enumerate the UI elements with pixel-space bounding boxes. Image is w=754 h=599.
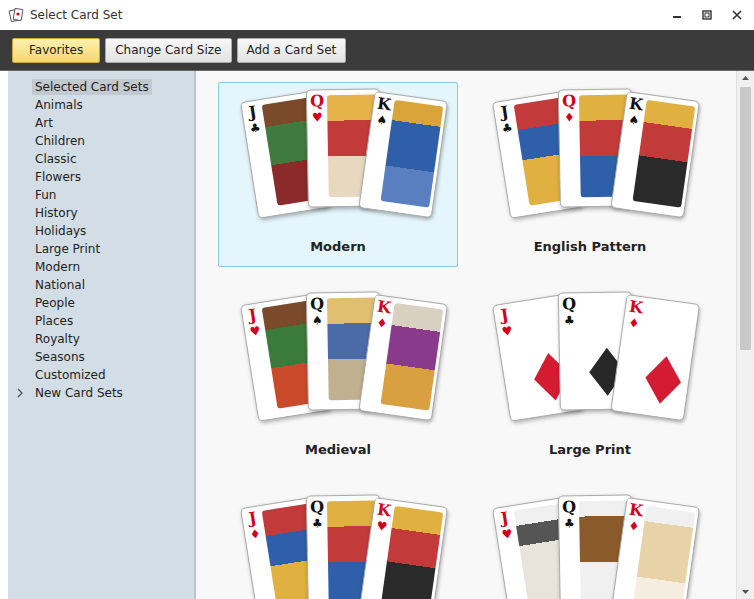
card-set-gallery: J ♣ Q ♥ K ♠ ModernJ ♣ Q ♦ K ♠ English Pa…	[196, 71, 736, 599]
card-rank: J	[248, 104, 258, 121]
sidebar-item[interactable]: Places	[8, 312, 194, 330]
card-suit: ♦	[376, 317, 388, 330]
card-suit: ♦	[564, 111, 575, 123]
card-rank: K	[628, 299, 644, 317]
sidebar-item[interactable]: Fun	[8, 186, 194, 204]
card-set-name: Medieval	[305, 442, 371, 457]
card-set-name: Large Print	[549, 442, 631, 457]
card-rank: K	[628, 96, 644, 114]
card-suit: ♣	[501, 121, 514, 135]
card-suit: ♦	[249, 527, 262, 541]
card-set-name: English Pattern	[534, 239, 647, 254]
face-card-figure	[381, 100, 444, 208]
sidebar-item[interactable]: Royalty	[8, 330, 194, 348]
card-rank: K	[628, 502, 644, 520]
card-rank: J	[500, 104, 510, 121]
card-suit: ♠	[628, 114, 640, 127]
card-suit: ♣	[564, 314, 575, 326]
card-rank: K	[376, 502, 392, 520]
card-set-tile[interactable]: J ♥ Q ♣ K ♦	[470, 488, 710, 599]
scroll-down-icon[interactable]	[737, 585, 754, 599]
card-fan: J ♥ Q ♣ K ♦	[496, 501, 684, 599]
close-icon[interactable]	[730, 8, 744, 22]
card-rank: K	[376, 299, 392, 317]
title-bar: Select Card Set	[0, 0, 754, 30]
toolbar-button[interactable]: Favorites	[12, 38, 100, 63]
expand-arrow-icon[interactable]	[16, 388, 24, 398]
sidebar-item[interactable]: Modern	[8, 258, 194, 276]
sidebar-item[interactable]: Seasons	[8, 348, 194, 366]
face-card-figure	[381, 506, 444, 599]
face-card-figure	[633, 100, 696, 208]
sidebar-item[interactable]: Animals	[8, 96, 194, 114]
sidebar-item[interactable]: People	[8, 294, 194, 312]
card-fan: J ♥ Q ♠ K ♦	[244, 298, 432, 438]
vertical-scrollbar[interactable]	[736, 71, 754, 599]
sidebar-item[interactable]: Flowers	[8, 168, 194, 186]
card-suit: ♥	[312, 111, 323, 123]
toolbar-button[interactable]: Change Card Size	[105, 38, 231, 63]
card-set-tile[interactable]: J ♣ Q ♥ K ♠ Modern	[218, 82, 458, 267]
sidebar-item[interactable]: Holidays	[8, 222, 194, 240]
card-suit: ♣	[249, 121, 262, 135]
card-suit: ♦	[628, 317, 640, 330]
card-fan: J ♦ Q ♣ K ♥	[244, 501, 432, 599]
card-suit: ♥	[501, 324, 514, 338]
card-suit: ♥	[376, 520, 388, 533]
card-set-tile[interactable]: J ♥ Q ♠ K ♦ Medieval	[218, 285, 458, 470]
toolbar-button[interactable]: Add a Card Set	[237, 38, 347, 63]
card-rank: J	[500, 510, 510, 527]
scrollbar-thumb[interactable]	[740, 87, 751, 350]
minimize-icon[interactable]	[670, 8, 684, 22]
category-sidebar: Selected Card Sets Animals Art Children …	[8, 71, 196, 599]
card-fan: J ♥ Q ♣ K ♦	[496, 298, 684, 438]
card-rank: K	[376, 96, 392, 114]
playing-card: K ♠	[358, 91, 448, 218]
card-suit: ♠	[376, 114, 388, 127]
card-rank: Q	[562, 296, 576, 312]
sidebar-item[interactable]: Selected Card Sets	[8, 78, 194, 96]
sidebar-item[interactable]: History	[8, 204, 194, 222]
face-card-figure	[381, 303, 444, 411]
playing-card: K ♦	[610, 497, 700, 599]
card-rank: J	[248, 510, 258, 527]
card-fan: J ♣ Q ♥ K ♠	[244, 95, 432, 235]
restore-icon[interactable]	[700, 8, 714, 22]
card-rank: Q	[310, 93, 324, 109]
card-set-tile[interactable]: J ♥ Q ♣ K ♦ Large Print	[470, 285, 710, 470]
scroll-up-icon[interactable]	[737, 71, 754, 85]
card-suit: ♠	[312, 314, 323, 326]
sidebar-item[interactable]: Customized	[8, 366, 194, 384]
sidebar-item[interactable]: Art	[8, 114, 194, 132]
select-card-set-window: Select Card Set FavoritesChange Card Siz…	[0, 0, 754, 599]
sidebar-item[interactable]: Children	[8, 132, 194, 150]
card-set-name: Modern	[310, 239, 366, 254]
card-rank: Q	[562, 499, 576, 515]
card-rank: Q	[310, 499, 324, 515]
card-suit: ♣	[312, 517, 323, 529]
cards-app-icon	[8, 7, 24, 23]
card-suit: ♥	[249, 324, 262, 338]
card-suit: ♣	[564, 517, 575, 529]
card-rank: J	[248, 307, 258, 324]
card-rank: Q	[310, 296, 324, 312]
card-suit: ♦	[628, 520, 640, 533]
dog-photo	[633, 506, 696, 599]
card-set-tile[interactable]: J ♦ Q ♣ K ♥	[218, 488, 458, 599]
playing-card: K ♦	[610, 294, 700, 421]
window-title: Select Card Set	[30, 8, 122, 22]
card-fan: J ♣ Q ♦ K ♠	[496, 95, 684, 235]
sidebar-item[interactable]: National	[8, 276, 194, 294]
playing-card: K ♠	[610, 91, 700, 218]
sidebar-item[interactable]: Classic	[8, 150, 194, 168]
sidebar-item[interactable]: Large Print	[8, 240, 194, 258]
card-rank: J	[500, 307, 510, 324]
card-suit: ♥	[501, 527, 514, 541]
toolbar: FavoritesChange Card SizeAdd a Card Set	[0, 30, 754, 70]
playing-card: K ♦	[358, 294, 448, 421]
card-set-tile[interactable]: J ♣ Q ♦ K ♠ English Pattern	[470, 82, 710, 267]
card-rank: Q	[562, 93, 576, 109]
playing-card: K ♥	[358, 497, 448, 599]
sidebar-item[interactable]: New Card Sets	[8, 384, 194, 402]
